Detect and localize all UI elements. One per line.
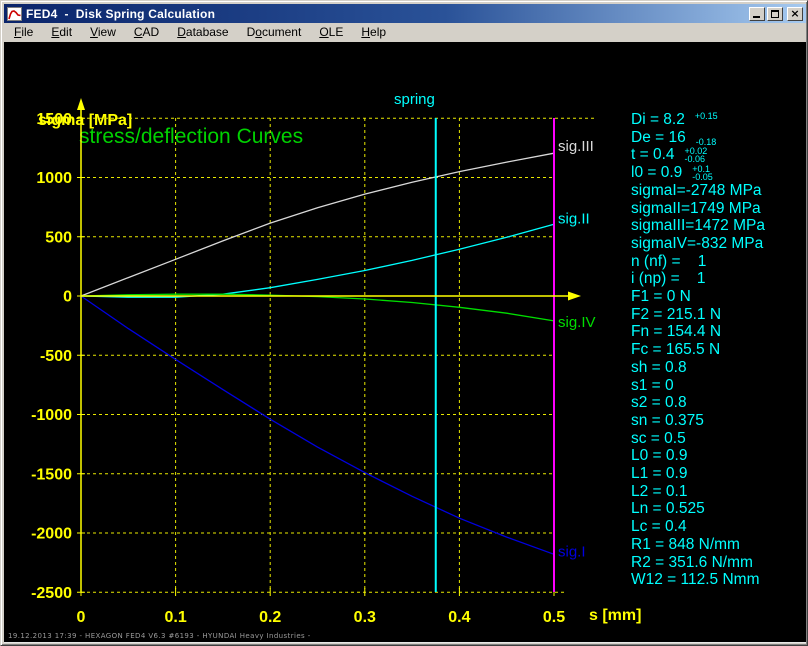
menu-item-help[interactable]: Help bbox=[352, 23, 395, 42]
fed4-spring-curve-icon bbox=[7, 7, 22, 21]
param-line: F2 = 215.1 N bbox=[631, 306, 765, 324]
x-tick-label: 0.3 bbox=[354, 609, 376, 626]
maximize-button[interactable] bbox=[767, 7, 783, 21]
param-line: sc = 0.5 bbox=[631, 430, 765, 448]
menu-item-database[interactable]: Database bbox=[168, 23, 237, 42]
param-line: Fn = 154.4 N bbox=[631, 323, 765, 341]
curve-label-sig-i: sig.I bbox=[558, 543, 586, 560]
tolerance-value: -0.18 bbox=[696, 130, 717, 146]
y-tick-label: 0 bbox=[63, 289, 72, 306]
param-line: s2 = 0.8 bbox=[631, 394, 765, 412]
minimize-icon bbox=[753, 16, 760, 18]
curve-label-sig-iii: sig.III bbox=[558, 138, 594, 155]
x-axis-label: s [mm] bbox=[589, 607, 641, 625]
fed4-window: FED4 - Disk Spring Calculation × FileEdi… bbox=[0, 0, 808, 646]
curve-sig-iii bbox=[81, 153, 554, 296]
y-tick-label: 1000 bbox=[36, 170, 72, 187]
parameter-panel: Di = 8.2+0.15 De = 16 -0.18t = 0.4+0.02-… bbox=[631, 111, 765, 589]
close-button[interactable]: × bbox=[787, 7, 803, 21]
param-line: Di = 8.2+0.15 bbox=[631, 111, 765, 129]
param-line: Fc = 165.5 N bbox=[631, 341, 765, 359]
param-line: R1 = 848 N/mm bbox=[631, 536, 765, 554]
zero-axis-arrow bbox=[568, 292, 581, 301]
menu-item-edit[interactable]: Edit bbox=[42, 23, 81, 42]
param-line: i (np) = 1 bbox=[631, 270, 765, 288]
param-line: R2 = 351.6 N/mm bbox=[631, 554, 765, 572]
param-line: sigmaII=1749 MPa bbox=[631, 200, 765, 218]
y-tick-label: -1000 bbox=[31, 407, 72, 424]
minimize-button[interactable] bbox=[749, 7, 765, 21]
tolerance-value: +0.1-0.05 bbox=[692, 165, 713, 181]
param-line: Lc = 0.4 bbox=[631, 518, 765, 536]
tolerance-value: +0.15 bbox=[695, 112, 718, 128]
param-line: sigmaI=-2748 MPa bbox=[631, 182, 765, 200]
param-line: s1 = 0 bbox=[631, 377, 765, 395]
y-tick-label: -2000 bbox=[31, 526, 72, 543]
curve-sig-i bbox=[81, 296, 554, 554]
y-tick-label: 500 bbox=[45, 229, 72, 246]
y-tick-label: -500 bbox=[40, 348, 72, 365]
y-axis-arrow bbox=[77, 98, 85, 110]
menu-item-file[interactable]: File bbox=[5, 23, 42, 42]
y-tick-label: 1500 bbox=[36, 111, 72, 128]
param-line: L2 = 0.1 bbox=[631, 483, 765, 501]
param-line: sn = 0.375 bbox=[631, 412, 765, 430]
curve-label-sig-iv: sig.IV bbox=[558, 314, 596, 331]
param-line: l0 = 0.9+0.1-0.05 bbox=[631, 164, 765, 182]
x-tick-label: 0.1 bbox=[164, 609, 186, 626]
param-line: L1 = 0.9 bbox=[631, 465, 765, 483]
menu-item-view[interactable]: View bbox=[81, 23, 125, 42]
param-line: L0 = 0.9 bbox=[631, 447, 765, 465]
param-line: n (nf) = 1 bbox=[631, 253, 765, 271]
menu-item-cad[interactable]: CAD bbox=[125, 23, 168, 42]
window-title: FED4 - Disk Spring Calculation bbox=[26, 7, 749, 21]
param-line: t = 0.4+0.02-0.06 bbox=[631, 146, 765, 164]
y-tick-label: -2500 bbox=[31, 585, 72, 602]
x-tick-label: 0 bbox=[77, 609, 86, 626]
curve-label-sig-ii: sig.II bbox=[558, 210, 590, 227]
x-tick-label: 0.4 bbox=[448, 609, 470, 626]
close-icon: × bbox=[790, 9, 799, 19]
window-controls: × bbox=[749, 7, 803, 21]
x-tick-label: 0.5 bbox=[543, 609, 565, 626]
param-line: De = 16 -0.18 bbox=[631, 129, 765, 147]
status-bar: 19.12.2013 17:39 - HEXAGON FED4 V6.3 #61… bbox=[4, 629, 806, 643]
menu-item-ole[interactable]: OLE bbox=[310, 23, 352, 42]
param-line: Ln = 0.525 bbox=[631, 500, 765, 518]
y-tick-label: -1500 bbox=[31, 466, 72, 483]
param-line: sigmaIII=1472 MPa bbox=[631, 217, 765, 235]
chart-client-area: spring sigma [MPa] stress/deflection Cur… bbox=[4, 42, 806, 643]
menu-item-document[interactable]: Document bbox=[238, 23, 311, 42]
curve-sig-iv bbox=[81, 294, 554, 321]
param-line: sigmaIV=-832 MPa bbox=[631, 235, 765, 253]
param-line: F1 = 0 N bbox=[631, 288, 765, 306]
curve-sig-ii bbox=[81, 224, 554, 297]
param-line: sh = 0.8 bbox=[631, 359, 765, 377]
param-line: W12 = 112.5 Nmm bbox=[631, 571, 765, 589]
maximize-icon bbox=[771, 10, 779, 18]
menu-bar: FileEditViewCADDatabaseDocumentOLEHelp bbox=[4, 23, 806, 42]
x-tick-label: 0.2 bbox=[259, 609, 281, 626]
tolerance-value: +0.02-0.06 bbox=[685, 147, 708, 163]
title-bar[interactable]: FED4 - Disk Spring Calculation × bbox=[4, 4, 806, 23]
